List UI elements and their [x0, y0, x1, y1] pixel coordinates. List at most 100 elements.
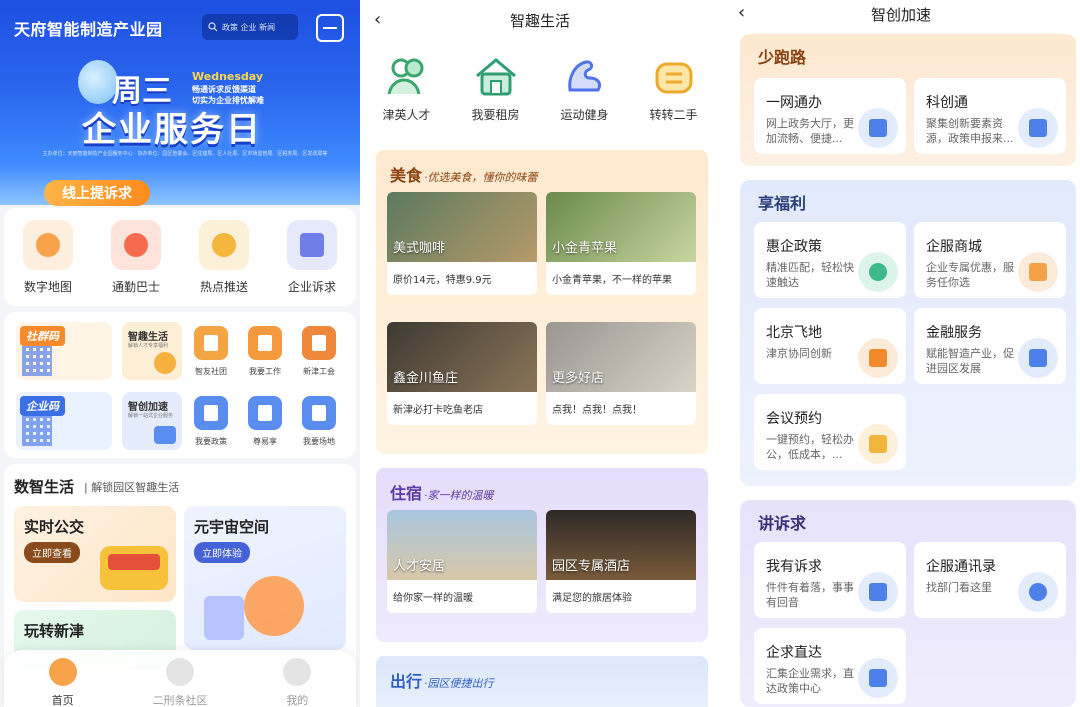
hero-banner[interactable]: 天府智能制造产业园 政策 企业 新闻 周三 Wednesday 畅通诉求反馈渠道…: [0, 0, 360, 205]
card-title: 会议预约: [766, 411, 822, 427]
location-pin-icon: [858, 252, 898, 292]
tab-home-label: 首页: [51, 694, 74, 707]
my-appeal-card[interactable]: 我有诉求 件件有着落，事事有回音: [754, 542, 906, 618]
back-icon[interactable]: ‹: [738, 2, 745, 23]
experience-now-button[interactable]: 立即体验: [194, 542, 250, 563]
benefits-block: 享福利 惠企政策 精准匹配，轻松快速触达 企服商城 企业专属优惠，服务任你选 北…: [740, 180, 1076, 486]
beijing-enclave-card[interactable]: 北京飞地 津京协同创新: [754, 308, 906, 384]
food-card-coffee[interactable]: 美式咖啡 原价14元，特惠9.9元: [387, 192, 537, 295]
fun-life-label: 智趣生活: [128, 332, 168, 343]
metaverse-card[interactable]: 元宇宙空间 立即体验: [184, 506, 346, 650]
policy-card[interactable]: 惠企政策 精准匹配，轻松快速触达: [754, 222, 906, 298]
digital-map-label: 数字地图: [23, 280, 72, 294]
fitness-entry[interactable]: 运动健身: [545, 56, 625, 123]
stay-card-talent[interactable]: 人才安居 给你家一样的温暖: [387, 510, 537, 613]
metaverse-title: 元宇宙空间: [194, 518, 270, 536]
coffee-photo: 美式咖啡: [387, 192, 537, 262]
small-icon-enjoy[interactable]: 尊易享: [242, 396, 288, 447]
tab-community[interactable]: 二刑条社区: [135, 650, 225, 707]
small-icon-label: 我要政策: [195, 437, 227, 446]
card-desc: 汇集企业需求，直达政策中心: [766, 667, 854, 695]
small-icon-club[interactable]: 智友社团: [188, 326, 234, 377]
search-placeholder: 政策 企业 新闻: [222, 22, 276, 32]
card-name: 人才安居: [393, 559, 446, 574]
mall-card[interactable]: 企服商城 企业专属优惠，服务任你选: [914, 222, 1066, 298]
people-icon: [384, 56, 430, 98]
search-input[interactable]: 政策 企业 新闻: [202, 14, 298, 40]
id-card-icon: [858, 108, 898, 148]
one-net-card[interactable]: 一网通办 网上政务大厅，更加流畅、便捷...: [754, 78, 906, 154]
realtime-bus-card[interactable]: 实时公交 立即查看: [14, 506, 176, 602]
accel-card[interactable]: 智创加速 解锁一站式企业服务: [122, 392, 182, 450]
food-heading: 美食 ·优选美食，懂你的味蕾: [390, 162, 538, 186]
app-title: 天府智能制造产业园: [14, 20, 163, 39]
digital-life-subheading-text: 解锁园区智趣生活: [91, 481, 180, 494]
bottom-tab-bar: 首页 二刑条社区 我的: [4, 650, 356, 707]
appeals-block: 讲诉求 我有诉求 件件有着落，事事有回音 企服通讯录 找部门看这里 企求直达 汇…: [740, 500, 1076, 707]
sci-tech-card[interactable]: 科创通 聚集创新要素资源，政策申报来...: [914, 78, 1066, 154]
card-title: 一网通办: [766, 95, 822, 111]
tab-home[interactable]: 首页: [18, 650, 108, 707]
card-name: 更多好店: [552, 371, 605, 386]
small-icon-venue[interactable]: 我要场地: [296, 396, 342, 447]
small-icon-policy[interactable]: 我要政策: [188, 396, 234, 447]
tab-mine[interactable]: 我的: [252, 650, 342, 707]
card-desc: 网上政务大厅，更加流畅、便捷...: [766, 117, 854, 145]
muscle-icon: [562, 56, 608, 98]
card-title: 北京飞地: [766, 325, 822, 341]
food-title: 美食: [390, 166, 423, 185]
meeting-card[interactable]: 会议预约 一键预约，轻松办公，低成本，...: [754, 394, 906, 470]
small-icon-union[interactable]: 新津工会: [296, 326, 342, 377]
rent-entry[interactable]: 我要租房: [456, 56, 536, 123]
yen-icon: [1018, 338, 1058, 378]
hot-push-entry[interactable]: 热点推送: [184, 220, 264, 295]
card-title: 企服通讯录: [926, 559, 996, 575]
hot-push-label: 热点推送: [199, 280, 248, 294]
person-icon: [858, 338, 898, 378]
travel-heading: 出行 ·园区便捷出行: [390, 668, 494, 692]
finance-card[interactable]: 金融服务 赋能智造产业，促进园区发展: [914, 308, 1066, 384]
hotel-photo: 园区专属酒店: [546, 510, 696, 580]
food-card-fish[interactable]: 鑫金川鱼庄 新津必打卡吃鱼老店: [387, 322, 537, 425]
main-icons-row: 数字地图 通勤巴士 热点推送 企业诉求: [4, 220, 356, 295]
small-icon-work[interactable]: 我要工作: [242, 326, 288, 377]
scan-icon[interactable]: [316, 14, 344, 42]
digital-map-entry[interactable]: 数字地图: [8, 220, 88, 295]
card-name: 园区专属酒店: [552, 559, 631, 574]
benefits-title: 享福利: [758, 194, 807, 213]
pill-icon: [199, 220, 249, 270]
card-desc: 给你家一样的温暖: [393, 593, 473, 604]
card-desc: 聚集创新要素资源，政策申报来...: [926, 117, 1014, 145]
shopping-bag-icon: [1018, 252, 1058, 292]
directory-card[interactable]: 企服通讯录 找部门看这里: [914, 542, 1066, 618]
secondhand-entry[interactable]: 转转二手: [634, 56, 714, 123]
direct-appeal-card[interactable]: 企求直达 汇集企业需求，直达政策中心: [754, 628, 906, 704]
enterprise-appeal-entry[interactable]: 企业诉求: [272, 220, 352, 295]
commute-bus-entry[interactable]: 通勤巴士: [96, 220, 176, 295]
stay-card-hotel[interactable]: 园区专属酒店 满足您的旅居体验: [546, 510, 696, 613]
food-card-apple[interactable]: 小金青苹果 小金青苹果，不一样的苹果: [546, 192, 696, 295]
community-code-card[interactable]: 社群码: [16, 322, 112, 380]
stay-section: 住宿 ·家一样的温暖 人才安居 给你家一样的温暖 园区专属酒店 满足您的旅居体验: [376, 468, 708, 642]
enterprise-code-label: 企业码: [20, 396, 65, 416]
fun-life-desc: 解锁人才专享福利: [128, 343, 169, 349]
fish-photo: 鑫金川鱼庄: [387, 322, 537, 392]
online-complaint-button[interactable]: 线上提诉求: [44, 180, 150, 206]
talent-entry[interactable]: 津英人才: [367, 56, 447, 123]
enterprise-code-card[interactable]: 企业码: [16, 392, 112, 450]
less-running-title: 少跑路: [758, 48, 807, 67]
stay-title: 住宿: [390, 484, 423, 503]
small-icon-label: 我要场地: [303, 437, 335, 446]
view-now-button[interactable]: 立即查看: [24, 542, 80, 563]
card-desc: 小金青苹果，不一样的苹果: [552, 275, 672, 286]
fun-life-card[interactable]: 智趣生活 解锁人才专享福利: [122, 322, 182, 380]
card-name: 美式咖啡: [393, 241, 446, 256]
house-icon: [473, 56, 519, 98]
appeals-title: 讲诉求: [758, 514, 807, 533]
briefcase-icon: [154, 426, 176, 444]
card-desc: 件件有着落，事事有回音: [766, 581, 854, 609]
accel-label: 智创加速: [128, 402, 168, 413]
back-icon[interactable]: ‹: [374, 9, 381, 30]
food-card-more[interactable]: 更多好店 点我！点我！点我！: [546, 322, 696, 425]
nav-bar: ‹ 智趣生活: [362, 0, 718, 40]
